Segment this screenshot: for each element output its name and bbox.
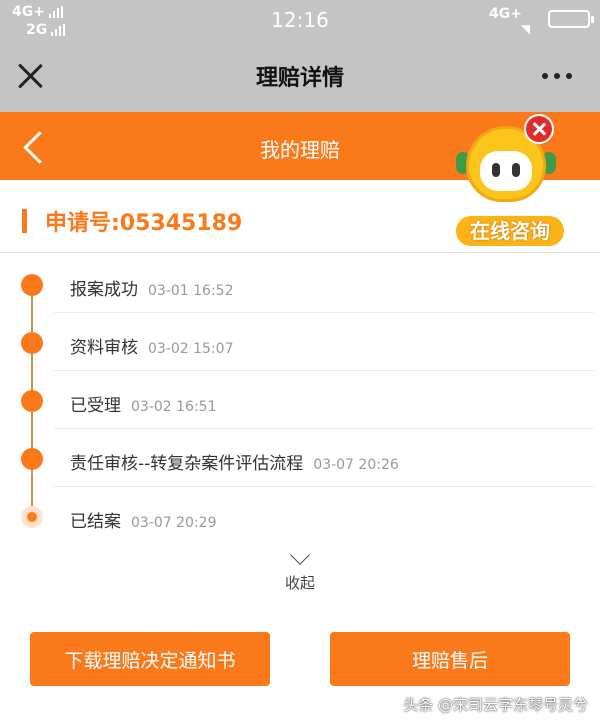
online-consult-widget[interactable]: 在线咨询 [448, 112, 574, 252]
step-time: 03-07 20:26 [313, 457, 399, 473]
timeline-dot-icon [21, 274, 43, 296]
claim-number: 申请号:05345189 [22, 206, 242, 236]
step-label: 资料审核 [70, 338, 138, 358]
after-sales-button[interactable]: 理赔售后 [330, 632, 570, 686]
wifi-icon: ◥ [520, 22, 530, 36]
claim-number-text: 申请号:05345189 [45, 211, 243, 236]
collapse-label: 收起 [284, 574, 315, 592]
timeline-dot-icon [21, 332, 43, 354]
step-label: 责任审核--转复杂案件评估流程 [70, 454, 304, 474]
claim-accent-bar [22, 209, 27, 233]
timeline-step: 报案成功 03-01 16:52 [0, 255, 600, 313]
timeline-step: 资料审核 03-02 15:07 [0, 313, 600, 371]
download-notice-button[interactable]: 下载理赔决定通知书 [30, 632, 270, 686]
more-dots-icon[interactable] [542, 73, 572, 79]
status-bar: 4G+ 2G 12:16 4G+ ◥ [0, 0, 600, 42]
step-time: 03-01 16:52 [148, 283, 234, 299]
step-label: 已受理 [70, 396, 121, 416]
close-widget-icon[interactable] [524, 114, 554, 144]
online-consult-label[interactable]: 在线咨询 [454, 214, 566, 248]
claim-timeline: 报案成功 03-01 16:52 资料审核 03-02 15:07 已受理 03-02… [0, 253, 600, 546]
timeline-current-dot-icon [21, 506, 43, 528]
step-time: 03-02 16:51 [131, 399, 217, 415]
timeline-dot-icon [21, 448, 43, 470]
battery-icon [548, 10, 594, 28]
watermark: 头条 @宋司云字东琴号灵兮 [403, 696, 588, 714]
step-label: 已结案 [70, 512, 121, 532]
page-title: 理赔详情 [255, 66, 344, 91]
step-label: 报案成功 [70, 280, 138, 300]
timeline-dot-icon [21, 390, 43, 412]
mascot-face [480, 151, 532, 191]
step-time: 03-07 20:29 [131, 515, 217, 531]
timeline-step: 已结案 03-07 20:29 [0, 487, 600, 545]
collapse-toggle[interactable]: 收起 [260, 545, 340, 596]
chevron-down-icon [290, 545, 310, 565]
signal-label-right: 4G+ [489, 6, 522, 22]
wechat-header: 理赔详情 [0, 42, 600, 112]
timeline-step: 已受理 03-02 16:51 [0, 371, 600, 429]
step-time: 03-02 15:07 [148, 341, 234, 357]
timeline-step: 责任审核--转复杂案件评估流程 03-07 20:26 [0, 429, 600, 487]
